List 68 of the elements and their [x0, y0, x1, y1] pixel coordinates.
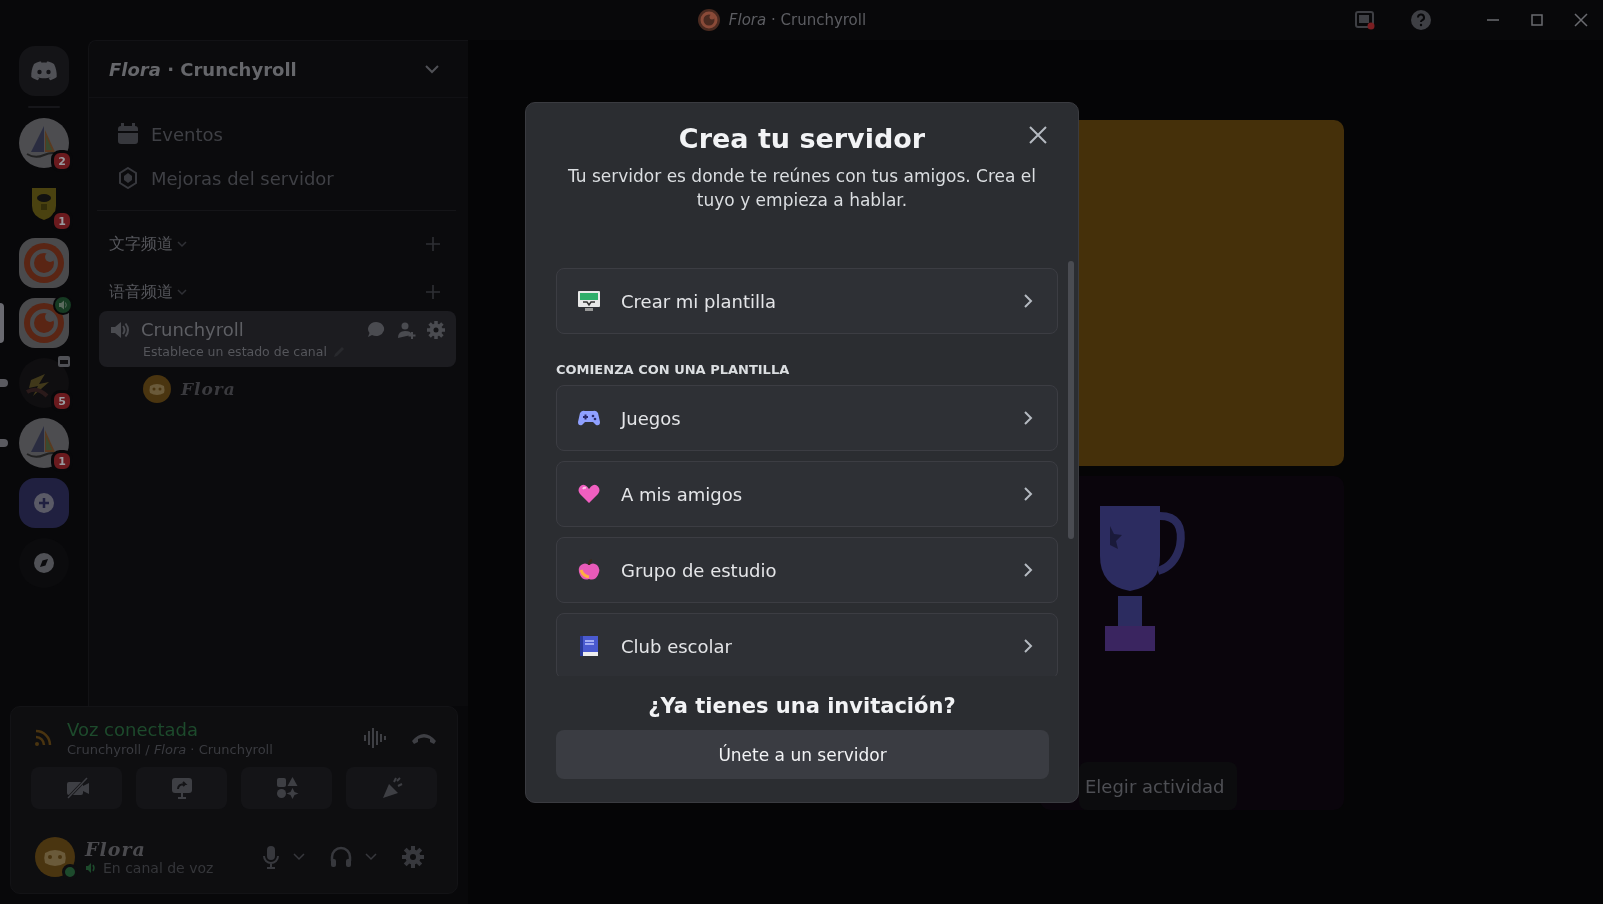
avatar-icon — [143, 375, 171, 403]
calendar-icon — [117, 123, 139, 145]
close-icon — [1028, 125, 1048, 145]
inbox-icon[interactable] — [1355, 10, 1375, 30]
speaker-icon — [85, 862, 97, 874]
add-server-icon[interactable] — [19, 478, 69, 528]
settings-icon[interactable] — [401, 845, 425, 869]
speaker-icon — [109, 319, 131, 340]
boost-icon — [117, 167, 139, 189]
add-channel-icon[interactable] — [426, 237, 440, 251]
monitor-icon — [577, 289, 601, 313]
crunchyroll-avatar-icon[interactable] — [19, 298, 69, 348]
app-logo-icon — [696, 8, 721, 32]
choose-activity-button[interactable]: Elegir actividad — [1079, 762, 1237, 810]
avatar-icon[interactable] — [35, 837, 75, 877]
section-heading: COMIENZA CON UNA PLANTILLA — [556, 362, 791, 377]
chevron-right-icon — [1023, 562, 1033, 578]
invite-heading: ¿Ya tienes una invitación? — [647, 694, 957, 718]
modal-description: Tu servidor es donde te reúnes con tus amigos. Crea el tuyo y empieza a hablar. — [567, 165, 1037, 212]
template-option[interactable]: Grupo de estudio — [556, 537, 1058, 603]
chevron-right-icon — [1023, 293, 1033, 309]
chevron-right-icon — [1023, 410, 1033, 426]
chevron-down-icon — [177, 240, 187, 248]
template-option[interactable]: Juegos — [556, 385, 1058, 451]
microphone-icon[interactable] — [261, 845, 281, 869]
notification-badge: 5 — [51, 390, 73, 412]
headphones-icon[interactable] — [329, 845, 353, 869]
channel-status[interactable]: Establece un estado de canal — [143, 344, 327, 359]
voice-status: Voz conectada — [67, 719, 199, 740]
chevron-right-icon — [1023, 486, 1033, 502]
template-option[interactable]: Club escolar — [556, 613, 1058, 676]
template-option[interactable]: A mis amigos — [556, 461, 1058, 527]
screen-share-icon[interactable] — [169, 776, 194, 800]
channel-name: Crunchyroll — [141, 319, 245, 340]
scrollbar-thumb[interactable] — [1068, 261, 1074, 539]
voice-channel[interactable]: Crunchyroll Establece un estado de canal — [99, 311, 456, 367]
sidebar-item[interactable]: Mejoras del servidor — [151, 167, 334, 189]
notification-badge: 1 — [51, 210, 73, 232]
notification-badge: 1 — [51, 450, 73, 472]
chevron-down-icon[interactable] — [365, 853, 377, 861]
join-server-button[interactable]: Únete a un servidor — [556, 730, 1049, 779]
chat-bubble-icon[interactable] — [366, 319, 386, 340]
modal-title: Crea tu servidor — [677, 123, 927, 154]
signal-icon — [33, 728, 53, 748]
soundwave-icon[interactable] — [363, 726, 387, 750]
crunchyroll-avatar-icon[interactable] — [19, 238, 69, 288]
activities-icon[interactable] — [274, 776, 299, 800]
discord-logo-icon[interactable] — [19, 46, 69, 96]
sidebar-item[interactable]: Eventos — [151, 123, 223, 145]
heart-icon — [577, 482, 601, 506]
camera-off-icon[interactable] — [64, 776, 89, 800]
chevron-right-icon — [1023, 638, 1033, 654]
hang-up-icon[interactable] — [411, 731, 437, 745]
book-icon — [577, 634, 601, 658]
help-icon[interactable] — [1411, 10, 1431, 30]
server-name[interactable]: Flora · Crunchyroll — [109, 58, 297, 80]
apple-icon — [577, 558, 601, 582]
category-name[interactable]: 语音频道 — [109, 281, 173, 303]
notification-badge: 2 — [51, 150, 73, 172]
user-name: Flora — [85, 838, 147, 860]
settings-icon[interactable] — [426, 319, 446, 340]
add-channel-icon[interactable] — [426, 285, 440, 299]
chevron-down-icon[interactable] — [293, 853, 305, 861]
window-title: Flora · Crunchyroll — [728, 11, 867, 29]
chevron-down-icon — [177, 288, 187, 296]
chevron-down-icon[interactable] — [424, 64, 440, 74]
category-name[interactable]: 文字频道 — [109, 233, 173, 255]
template-option[interactable]: Crear mi plantilla — [556, 268, 1058, 334]
